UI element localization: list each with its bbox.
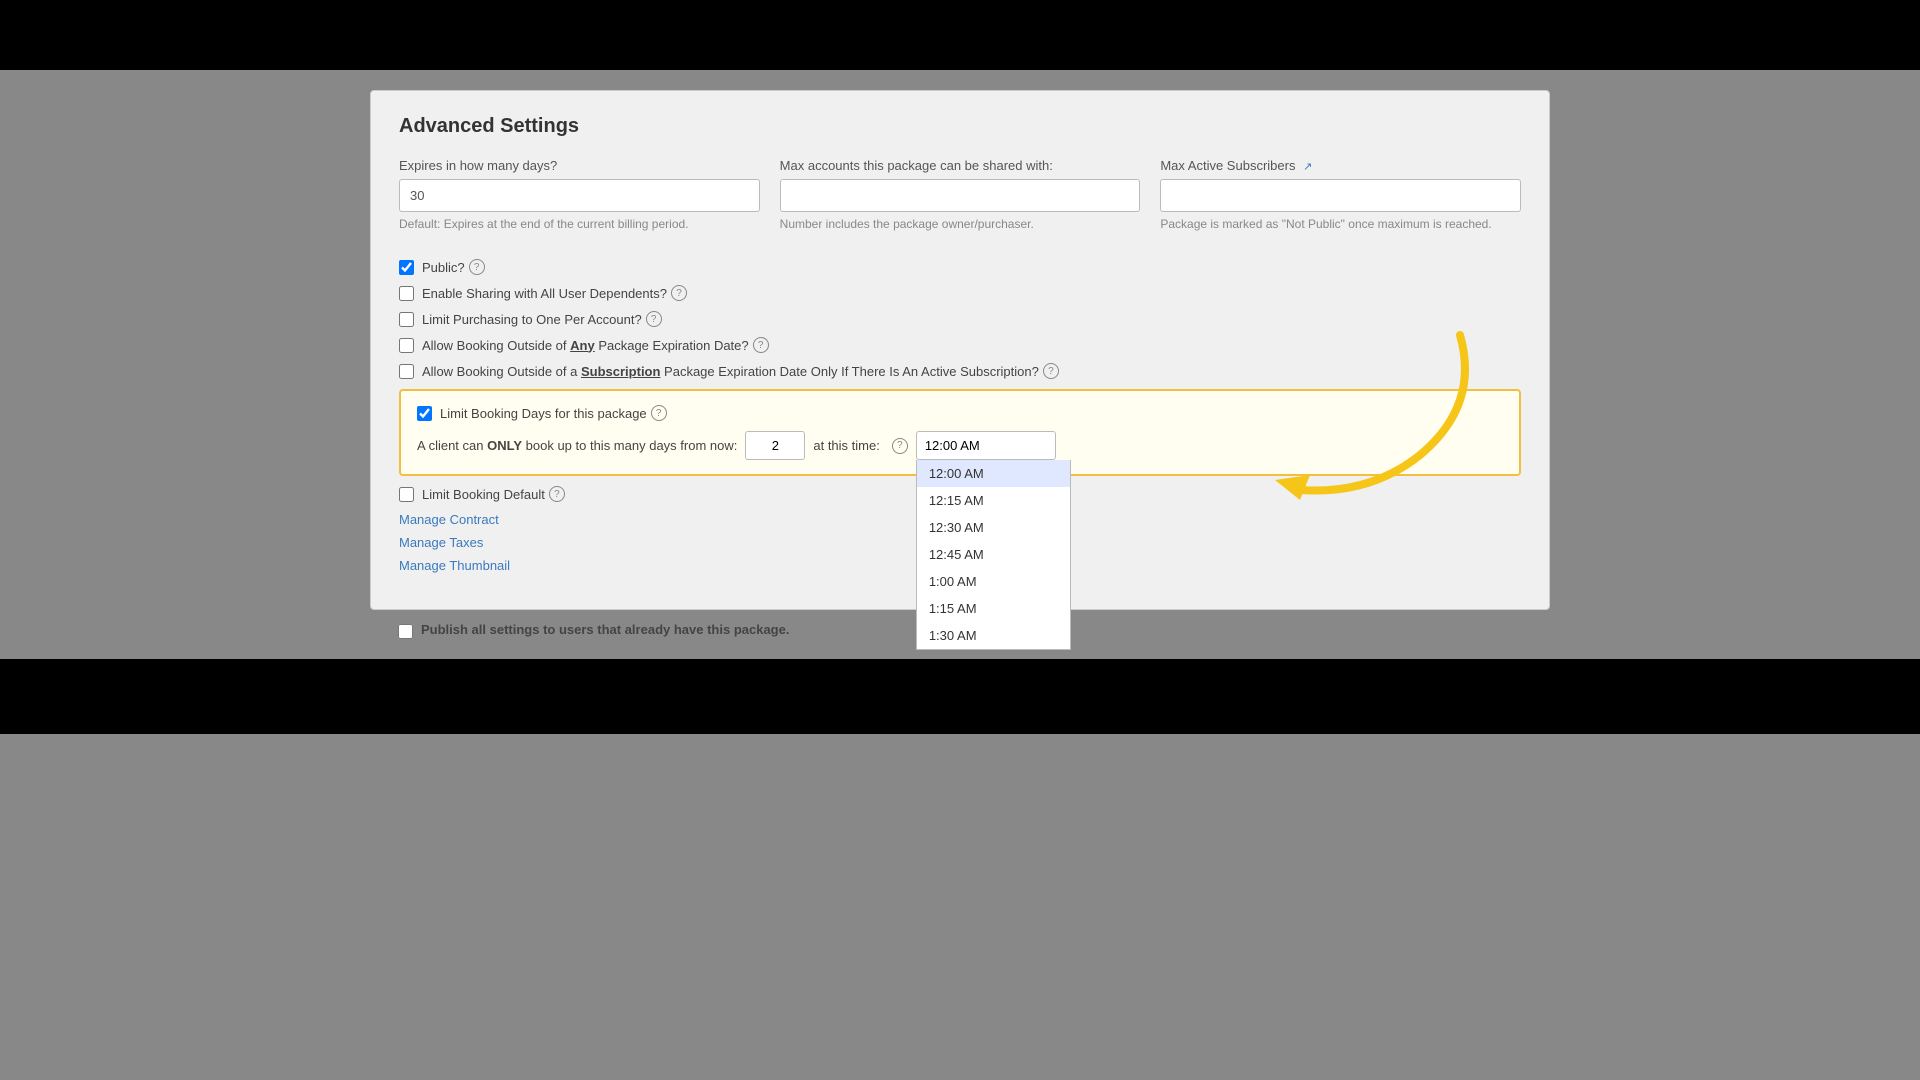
settings-card: Advanced Settings Expires in how many da… [370,90,1550,610]
limit-purchasing-checkbox[interactable] [399,312,414,327]
time-option-1230am[interactable]: 12:30 AM [917,514,1070,541]
time-option-130am[interactable]: 1:30 AM [917,622,1070,649]
client-label: A client can ONLY book up to this many d… [417,438,737,453]
limit-booking-checkbox[interactable] [417,406,432,421]
main-content: Advanced Settings Expires in how many da… [0,70,1920,659]
allow-booking-sub-label: Allow Booking Outside of a Subscription … [422,364,1039,379]
allow-booking-sub-help-icon[interactable]: ? [1043,363,1059,379]
public-checkbox-row: Public? ? [399,259,1521,275]
public-help-icon[interactable]: ? [469,259,485,275]
limit-booking-highlight-box: Limit Booking Days for this package ? A … [399,389,1521,476]
publish-checkbox[interactable] [398,624,413,639]
allow-booking-any-checkbox[interactable] [399,338,414,353]
fields-row: Expires in how many days? Default: Expir… [399,158,1521,231]
max-subscribers-input[interactable] [1160,179,1521,212]
sharing-checkbox-row: Enable Sharing with All User Dependents?… [399,285,1521,301]
limit-default-checkbox[interactable] [399,487,414,502]
expires-input[interactable] [399,179,760,212]
limit-purchasing-label: Limit Purchasing to One Per Account? [422,312,642,327]
sharing-checkbox[interactable] [399,286,414,301]
time-option-1245am[interactable]: 12:45 AM [917,541,1070,568]
expires-helper: Default: Expires at the end of the curre… [399,217,760,231]
max-accounts-label: Max accounts this package can be shared … [780,158,1141,173]
sharing-help-icon[interactable]: ? [671,285,687,301]
public-checkbox[interactable] [399,260,414,275]
allow-booking-any-checkbox-row: Allow Booking Outside of Any Package Exp… [399,337,1521,353]
limit-default-help-icon[interactable]: ? [549,486,565,502]
time-option-100am[interactable]: 1:00 AM [917,568,1070,595]
publish-label: Publish all settings to users that alrea… [421,622,1302,637]
time-option-1215am[interactable]: 12:15 AM [917,487,1070,514]
max-subscribers-label: Max Active Subscribers ↗ [1160,158,1521,173]
max-subscribers-helper: Package is marked as "Not Public" once m… [1160,217,1521,231]
external-link-icon: ↗ [1303,160,1312,173]
sharing-label: Enable Sharing with All User Dependents? [422,286,667,301]
public-label: Public? [422,260,465,275]
at-this-time-label: at this time: [813,438,879,453]
allow-booking-sub-checkbox-row: Allow Booking Outside of a Subscription … [399,363,1521,379]
limit-booking-checkbox-row: Limit Booking Days for this package ? [417,405,1503,421]
expires-field-group: Expires in how many days? Default: Expir… [399,158,760,231]
time-dropdown: 12:00 AM 12:15 AM 12:30 AM 12:45 AM 1:00… [916,460,1071,650]
expires-label: Expires in how many days? [399,158,760,173]
max-accounts-input[interactable] [780,179,1141,212]
allow-booking-sub-checkbox[interactable] [399,364,414,379]
top-black-bar [0,0,1920,70]
inline-fields: A client can ONLY book up to this many d… [417,431,1503,460]
limit-purchasing-help-icon[interactable]: ? [646,311,662,327]
days-input[interactable] [745,431,805,460]
limit-booking-label: Limit Booking Days for this package [440,406,647,421]
time-option-115am[interactable]: 1:15 AM [917,595,1070,622]
at-this-time-help-icon[interactable]: ? [892,438,908,454]
limit-booking-help-icon[interactable]: ? [651,405,667,421]
time-input[interactable] [916,431,1056,460]
limit-purchasing-checkbox-row: Limit Purchasing to One Per Account? ? [399,311,1521,327]
max-accounts-helper: Number includes the package owner/purcha… [780,217,1141,231]
allow-booking-any-label: Allow Booking Outside of Any Package Exp… [422,338,749,353]
allow-booking-any-help-icon[interactable]: ? [753,337,769,353]
max-subscribers-field-group: Max Active Subscribers ↗ Package is mark… [1160,158,1521,231]
time-option-1200am[interactable]: 12:00 AM [917,460,1070,487]
bottom-black-bar [0,659,1920,734]
section-title: Advanced Settings [399,115,1521,138]
max-accounts-field-group: Max accounts this package can be shared … [780,158,1141,231]
limit-default-label: Limit Booking Default [422,487,545,502]
time-dropdown-container: 12:00 AM 12:15 AM 12:30 AM 12:45 AM 1:00… [916,431,1056,460]
